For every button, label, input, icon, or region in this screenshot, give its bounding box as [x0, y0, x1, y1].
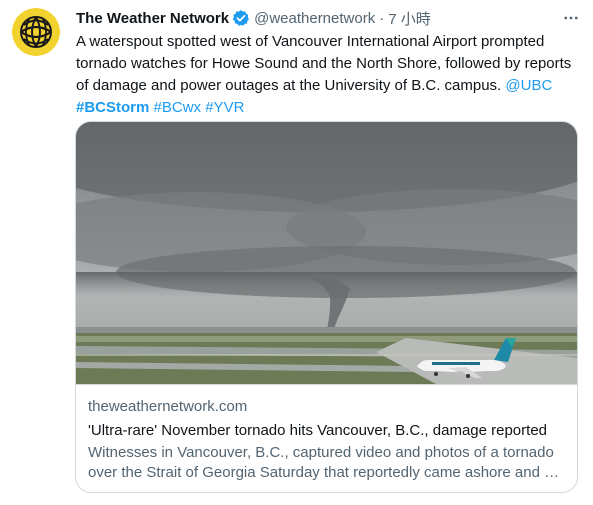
link-card[interactable]: theweathernetwork.com 'Ultra-rare' Novem… — [75, 121, 578, 493]
hashtag-link[interactable]: #BCwx — [154, 99, 202, 116]
tweet[interactable]: The Weather Network @weathernetwork · 7 … — [0, 0, 593, 505]
account-name[interactable]: The Weather Network — [76, 10, 229, 27]
tweet-header: The Weather Network @weathernetwork · 7 … — [76, 8, 581, 28]
weather-network-globe-logo-icon — [12, 8, 60, 56]
card-meta: theweathernetwork.com 'Ultra-rare' Novem… — [76, 384, 577, 492]
tweet-timestamp[interactable]: 7 小時 — [388, 8, 431, 29]
more-options-icon[interactable] — [561, 8, 581, 28]
tweet-body: A waterspout spotted west of Vancouver I… — [76, 33, 572, 94]
avatar[interactable] — [12, 8, 60, 56]
separator-dot: · — [379, 9, 385, 27]
card-description-line: over the Strait of Georgia Saturday that… — [88, 464, 560, 481]
card-title[interactable]: 'Ultra-rare' November tornado hits Vanco… — [88, 421, 565, 441]
verified-badge-icon — [232, 9, 250, 27]
account-handle[interactable]: @weathernetwork — [254, 10, 375, 27]
mention-link[interactable]: @UBC — [505, 77, 552, 94]
card-description-line: Witnesses in Vancouver, B.C., captured v… — [88, 444, 554, 461]
hashtag-link[interactable]: #YVR — [205, 99, 244, 116]
hashtag-link[interactable]: #BCStorm — [76, 99, 149, 116]
card-domain: theweathernetwork.com — [88, 398, 248, 415]
tweet-text: A waterspout spotted west of Vancouver I… — [76, 31, 582, 119]
card-description: Witnesses in Vancouver, B.C., captured v… — [88, 443, 565, 483]
tornado-over-airport-photo[interactable] — [76, 122, 577, 384]
